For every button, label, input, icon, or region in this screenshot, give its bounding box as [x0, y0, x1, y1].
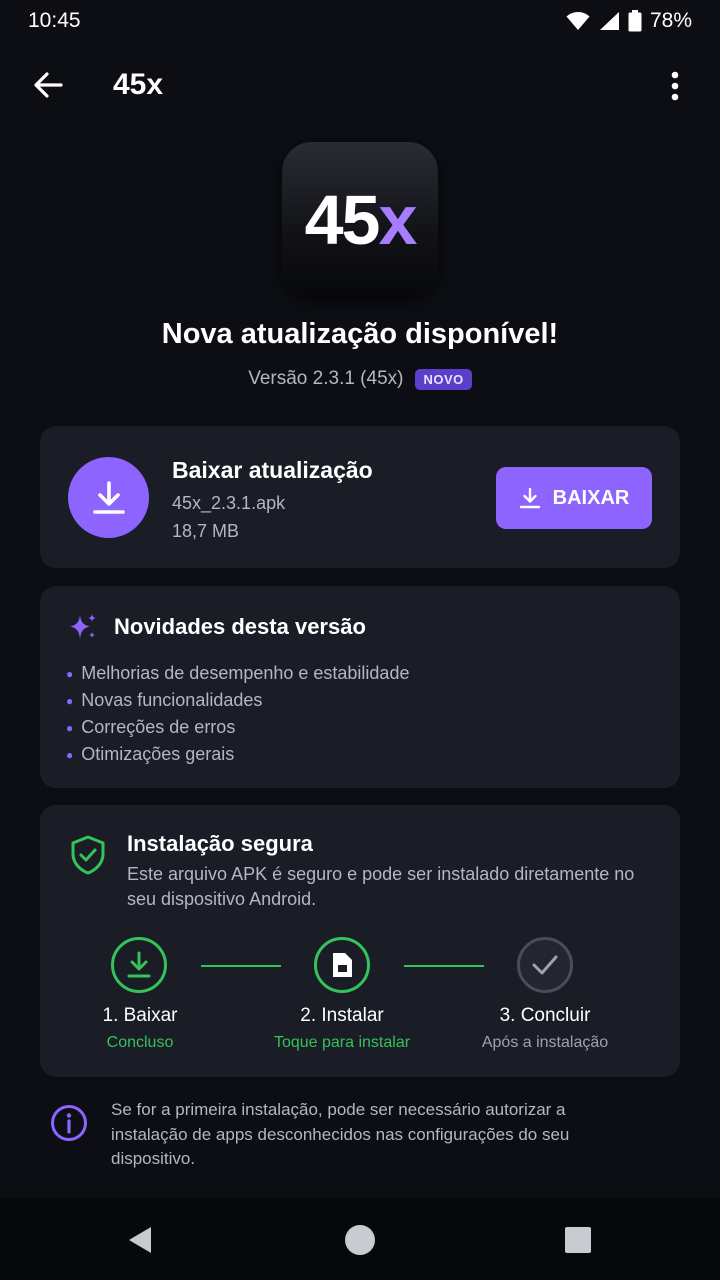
file-size: 18,7 MB — [172, 521, 240, 541]
whats-new-list: ● Melhorias de desempenho e estabilidade … — [66, 660, 409, 768]
step-download — [111, 937, 167, 993]
app-logo-number: 45 — [304, 181, 381, 259]
step-install-status[interactable]: Toque para instalar — [242, 1034, 442, 1052]
whats-new-title: Novidades desta versão — [114, 614, 366, 639]
step-connector — [201, 965, 281, 967]
system-nav-bar — [0, 1198, 720, 1280]
nav-back-button[interactable] — [120, 1220, 160, 1260]
step-install-label: 2. Instalar — [300, 1005, 384, 1026]
status-icons: 78% — [566, 9, 692, 33]
info-text: Se for a primeira instalação, pode ser n… — [111, 1100, 570, 1168]
shield-check-icon — [71, 835, 105, 875]
whats-new-card: Novidades desta versão ● Melhorias de des… — [40, 586, 680, 788]
status-bar: 10:45 78% — [0, 0, 720, 42]
more-vertical-icon — [671, 71, 679, 101]
list-item: ● Otimizações gerais — [66, 744, 235, 764]
recents-square-icon — [565, 1227, 591, 1253]
bullet-icon: ● — [66, 747, 74, 762]
download-icon — [92, 480, 125, 514]
signal-icon — [599, 12, 619, 30]
home-circle-icon — [345, 1225, 375, 1255]
battery-icon — [628, 10, 642, 32]
download-card: Baixar atualização 45x_2.3.1.apk 18,7 MB… — [40, 426, 680, 568]
download-icon — [519, 487, 540, 509]
app-logo-x: x — [378, 181, 417, 259]
version-text: Versão 2.3.1 (45x) — [248, 368, 404, 389]
secure-install-card: Instalação segura Este arquivo APK é seg… — [40, 805, 680, 1077]
secure-install-title: Instalação segura — [127, 831, 313, 856]
download-circle — [68, 457, 149, 538]
version-row: Versão 2.3.1 (45x) NOVO — [0, 368, 720, 390]
step-connector — [404, 965, 484, 967]
bullet-icon: ● — [66, 666, 74, 681]
arrow-left-icon — [34, 72, 63, 98]
list-item: ● Correções de erros — [66, 717, 236, 737]
info-icon — [51, 1105, 87, 1141]
nav-recents-button[interactable] — [558, 1220, 598, 1260]
list-item: ● Novas funcionalidades — [66, 690, 263, 710]
secure-install-description: Este arquivo APK é seguro e pode ser ins… — [127, 864, 635, 909]
download-button[interactable]: BAIXAR — [496, 467, 652, 529]
check-icon — [532, 955, 558, 975]
status-time: 10:45 — [28, 9, 81, 32]
battery-percent: 78% — [649, 9, 692, 32]
sparkles-icon — [70, 614, 96, 639]
step-download-label: 1. Baixar — [102, 1005, 178, 1026]
step-install-button[interactable] — [314, 937, 370, 993]
back-triangle-icon — [129, 1227, 151, 1253]
nav-home-button[interactable] — [340, 1220, 380, 1260]
more-options-button[interactable] — [660, 66, 690, 106]
wifi-icon — [566, 12, 590, 30]
app-bar: 45x — [0, 52, 720, 118]
back-button[interactable] — [28, 67, 68, 103]
step-finish-label: 3. Concluir — [499, 1005, 591, 1026]
step-finish-status: Após a instalação — [481, 1034, 609, 1051]
download-title: Baixar atualização — [172, 457, 373, 483]
new-badge: NOVO — [415, 368, 472, 390]
bullet-icon: ● — [66, 720, 74, 735]
file-icon — [333, 953, 352, 977]
update-headline: Nova atualização disponível! — [161, 318, 559, 350]
list-item: ● Melhorias de desempenho e estabilidade — [66, 663, 410, 683]
bullet-icon: ● — [66, 693, 74, 708]
file-name: 45x_2.3.1.apk — [172, 493, 286, 513]
app-logo: 45x — [282, 142, 438, 298]
download-icon — [127, 951, 151, 978]
app-title: 45x — [113, 68, 164, 101]
step-download-status: Concluso — [106, 1034, 174, 1051]
download-button-label: BAIXAR — [552, 486, 630, 509]
step-finish — [517, 937, 573, 993]
